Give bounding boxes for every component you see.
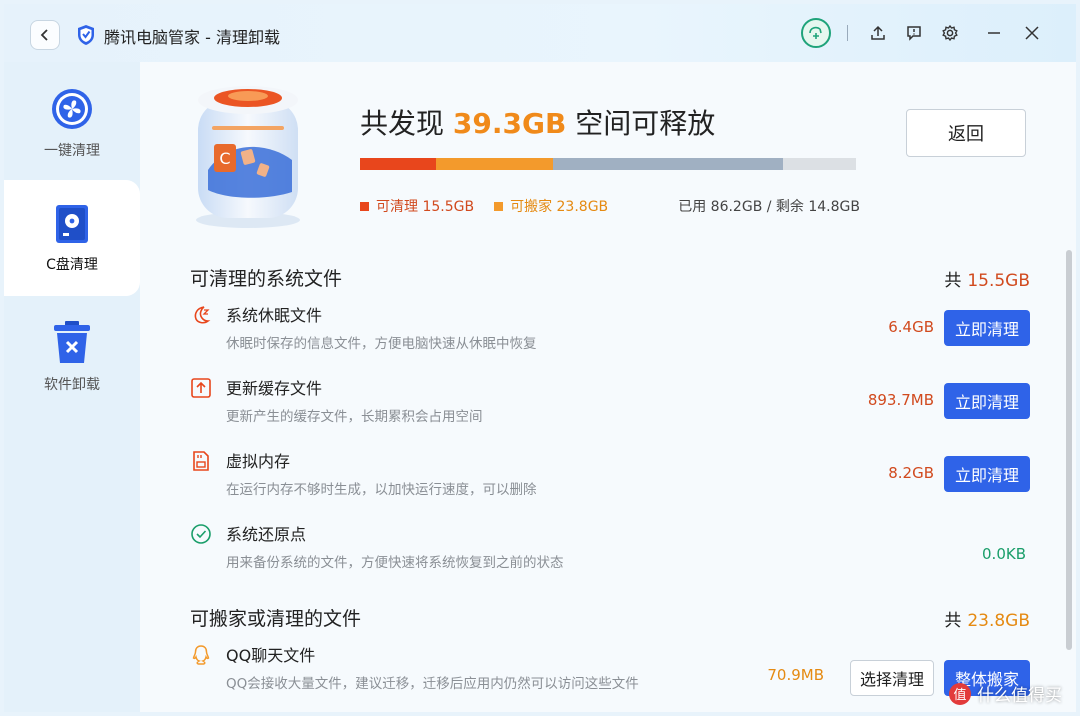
main-panel: C 共发现 39.3GB 空间可释放 可清理 15.5GB 可搬家 23.8GB [140, 62, 1076, 712]
clean-now-button[interactable]: 立即清理 [944, 383, 1030, 419]
close-icon [1025, 26, 1039, 40]
feedback-icon [907, 26, 921, 41]
item-description: 休眠时保存的信息文件，方便电脑快速从休眠中恢复 [226, 336, 537, 352]
legend-move: 可搬家 23.8GB [494, 196, 608, 216]
upload-button[interactable] [864, 19, 892, 47]
section-total-system-files: 共 15.5GB [944, 266, 1030, 291]
return-button[interactable]: 返回 [906, 109, 1026, 157]
select-clean-button[interactable]: 选择清理 [850, 660, 934, 696]
svg-text:C: C [219, 149, 230, 168]
item-size: 8.2GB [888, 464, 934, 482]
disk-usage-text: 已用 86.2GB / 剩余 14.8GB [678, 199, 860, 215]
list-item-qq-files: QQ聊天文件 QQ会接收大量文件，建议迁移，迁移后应用内仍然可以访问这些文件 7… [190, 642, 1030, 712]
sidebar-item-uninstall[interactable]: 软件卸载 [4, 300, 140, 416]
upload-icon [871, 25, 885, 40]
space-summary: 共发现 39.3GB 空间可释放 [360, 102, 715, 142]
shield-logo-icon [78, 25, 94, 45]
item-size: 70.9MB [767, 666, 824, 684]
bar-segment-clean [360, 158, 437, 170]
fan-icon [52, 89, 92, 129]
memory-icon [193, 451, 209, 471]
sidebar-item-c-drive-clean[interactable]: C盘清理 [4, 180, 140, 296]
legend-move-swatch [494, 201, 504, 211]
summary-suffix: 空间可释放 [575, 107, 716, 140]
item-description: 更新产生的缓存文件，长期累积会占用空间 [226, 409, 483, 425]
avatar[interactable] [801, 18, 831, 48]
legend-clean-swatch [360, 201, 369, 211]
disk-icon [56, 205, 88, 243]
item-description: 在运行内存不够时生成，以加快运行速度，可以删除 [226, 482, 537, 498]
item-name: 系统休眠文件 [226, 306, 323, 325]
legend-clean: 可清理 15.5GB [360, 196, 474, 216]
item-description: 用来备份系统的文件，方便快速将系统恢复到之前的状态 [226, 555, 564, 571]
list-item-virtual-memory: 虚拟内存 在运行内存不够时生成，以加快运行速度，可以删除 8.2GB 立即清理 [190, 448, 1030, 518]
sidebar-item-one-click-clean[interactable]: 一键清理 [4, 62, 140, 178]
section-total-value: 23.8GB [967, 611, 1030, 631]
legend-move-label: 可搬家 23.8GB [510, 199, 609, 215]
item-size: 893.7MB [867, 391, 934, 409]
feedback-button[interactable] [900, 19, 928, 47]
watermark: 值 什么值得买 [949, 681, 1062, 706]
update-icon [191, 378, 211, 398]
disk-usage-bar [360, 158, 856, 170]
title-separator [847, 25, 848, 41]
section-total-value: 15.5GB [967, 271, 1030, 291]
item-name: 虚拟内存 [226, 452, 291, 471]
usage-legend: 可清理 15.5GB 可搬家 23.8GB 已用 86.2GB / 剩余 14.… [360, 196, 860, 216]
settings-button[interactable] [936, 19, 964, 47]
list-item-update-cache: 更新缓存文件 更新产生的缓存文件，长期累积会占用空间 893.7MB 立即清理 [190, 375, 1030, 445]
bar-segment-free [783, 158, 856, 170]
title-bar: 腾讯电脑管家 - 清理卸载 [4, 4, 1076, 62]
back-button[interactable] [30, 20, 60, 50]
section-total-prefix: 共 [944, 611, 962, 631]
window-title: 腾讯电脑管家 - 清理卸载 [104, 28, 280, 47]
check-circle-icon [191, 524, 211, 544]
list-item-restore-point: 系统还原点 用来备份系统的文件，方便快速将系统恢复到之前的状态 0.0KB [190, 521, 1030, 591]
summary-amount: 39.3GB [452, 107, 567, 140]
bar-segment-move [436, 158, 553, 170]
section-total-prefix: 共 [944, 271, 962, 291]
disk-cleaner-illustration: C [196, 86, 300, 228]
trash-icon [54, 321, 90, 363]
section-title-system-files: 可清理的系统文件 [190, 268, 343, 290]
section-title-movable-files: 可搬家或清理的文件 [190, 608, 362, 630]
section-total-movable-files: 共 23.8GB [944, 606, 1030, 631]
bar-segment-used [552, 158, 784, 170]
title-actions [801, 18, 1046, 48]
close-button[interactable] [1018, 19, 1046, 47]
back-icon [40, 29, 48, 41]
sidebar-item-label: 软件卸载 [44, 377, 100, 393]
sidebar-item-label: 一键清理 [44, 143, 100, 159]
item-name: QQ聊天文件 [226, 646, 316, 665]
item-size: 0.0KB [982, 545, 1026, 563]
scrollbar[interactable] [1066, 250, 1072, 650]
list-item-hibernation: 系统休眠文件 休眠时保存的信息文件，方便电脑快速从休眠中恢复 6.4GB 立即清… [190, 302, 1030, 372]
sidebar: 一键清理 C盘清理 软件卸载 [4, 62, 140, 712]
clean-now-button[interactable]: 立即清理 [944, 456, 1030, 492]
watermark-text: 什么值得买 [977, 686, 1062, 706]
avatar-icon [809, 26, 822, 39]
settings-icon [942, 24, 958, 42]
item-size: 6.4GB [888, 318, 934, 336]
sidebar-item-label: C盘清理 [46, 257, 98, 273]
minimize-icon [988, 32, 1000, 34]
item-description: QQ会接收大量文件，建议迁移，迁移后应用内仍然可以访问这些文件 [226, 676, 639, 692]
legend-clean-label: 可清理 15.5GB [376, 199, 475, 215]
qq-icon [192, 645, 210, 665]
moon-icon [194, 306, 211, 324]
app-window: 腾讯电脑管家 - 清理卸载 一键清理 C盘清理 软件卸载 C 共发现 39.3G… [4, 4, 1076, 712]
item-name: 更新缓存文件 [226, 379, 323, 398]
watermark-badge: 值 [949, 682, 971, 705]
minimize-button[interactable] [980, 19, 1008, 47]
clean-now-button[interactable]: 立即清理 [944, 310, 1030, 346]
summary-prefix: 共发现 [360, 107, 445, 140]
item-name: 系统还原点 [226, 525, 307, 544]
